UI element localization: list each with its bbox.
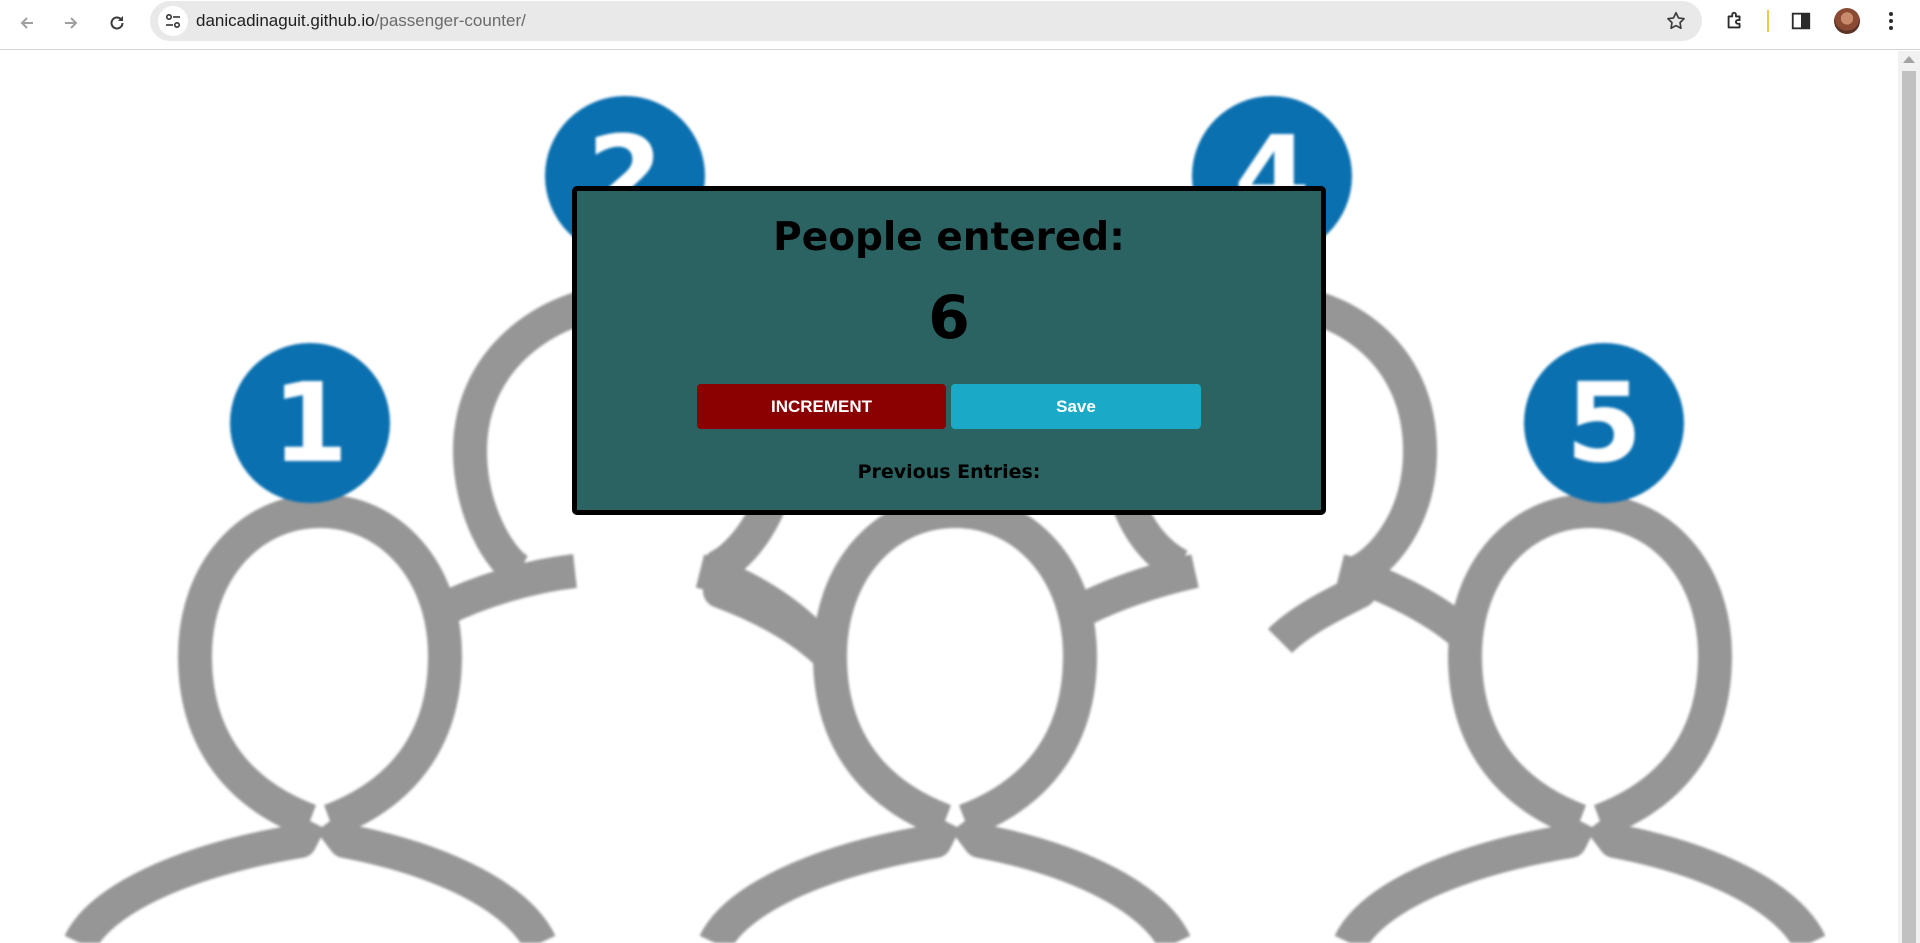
person-figure (1072, 554, 1199, 627)
url-text[interactable]: danicadinaguit.github.io/passenger-count… (196, 11, 526, 31)
reload-icon (110, 16, 124, 30)
save-button[interactable]: Save (951, 384, 1201, 429)
back-arrow-icon (20, 17, 33, 29)
person-figure (699, 494, 1191, 943)
side-panel-button[interactable] (1788, 8, 1814, 34)
extensions-button[interactable] (1722, 8, 1748, 34)
browser-toolbar: danicadinaguit.github.io/passenger-count… (0, 0, 1920, 50)
profile-avatar[interactable] (1834, 8, 1860, 34)
badge-5: 5 (1524, 343, 1684, 503)
person-figure (64, 494, 556, 943)
extensions-icon (1727, 11, 1741, 29)
counter-card: People entered: 6 INCREMENT Save Previou… (572, 186, 1326, 515)
person-figure (432, 554, 578, 627)
more-menu-icon (1889, 12, 1893, 30)
vertical-scrollbar[interactable] (1898, 51, 1920, 943)
previous-entries-label: Previous Entries: (857, 461, 1041, 483)
counter-title: People entered: (773, 215, 1125, 260)
person-figure (453, 450, 530, 587)
person-figure (695, 554, 833, 658)
toolbar-divider (1767, 10, 1769, 32)
side-panel-icon (1791, 12, 1811, 30)
count-value: 6 (928, 283, 970, 353)
badge-1: 1 (230, 343, 390, 503)
forward-arrow-icon (65, 17, 78, 29)
forward-button[interactable] (53, 5, 89, 41)
reload-button[interactable] (99, 5, 135, 41)
person-figure (1334, 494, 1826, 943)
increment-button[interactable]: INCREMENT (697, 384, 946, 429)
url-path: /passenger-counter/ (374, 11, 526, 30)
scroll-up-arrow-icon[interactable] (1903, 56, 1915, 63)
bookmark-button[interactable] (1664, 9, 1688, 33)
site-info-button[interactable] (158, 6, 188, 36)
site-info-icon (165, 13, 181, 29)
badge-number: 5 (1566, 359, 1643, 487)
back-button[interactable] (9, 5, 45, 41)
bookmark-star-icon (1667, 11, 1685, 30)
url-domain: danicadinaguit.github.io (196, 11, 375, 30)
badge-number: 1 (272, 359, 349, 487)
address-bar[interactable]: danicadinaguit.github.io/passenger-count… (150, 1, 1702, 41)
scroll-thumb[interactable] (1902, 71, 1916, 943)
more-menu-button[interactable] (1878, 8, 1904, 34)
